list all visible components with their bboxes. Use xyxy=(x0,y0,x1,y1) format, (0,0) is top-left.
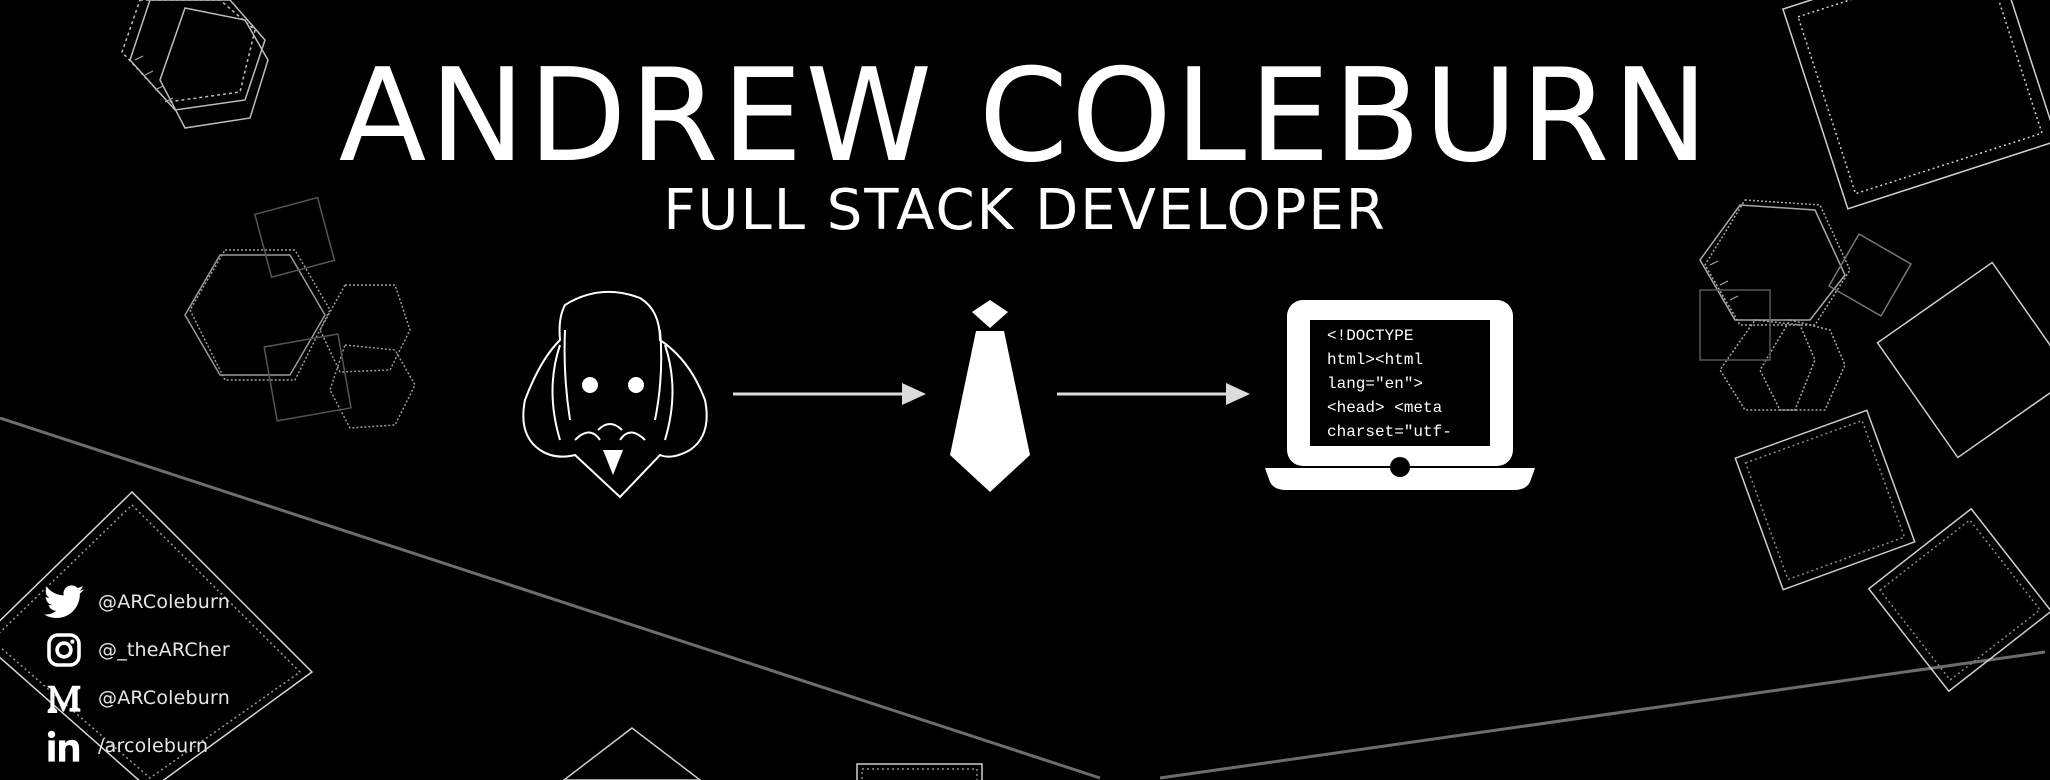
social-handle: @_theARCher xyxy=(98,639,230,661)
arrow-right-icon xyxy=(733,383,926,405)
twitter-icon xyxy=(40,582,88,622)
linkedin-icon xyxy=(40,726,88,766)
medium-icon xyxy=(40,678,88,718)
arrow-right-icon xyxy=(1057,383,1250,405)
instagram-icon xyxy=(40,630,88,670)
social-links: @ARColeburn @_theARCher @ARColeburn /arc… xyxy=(40,578,300,770)
social-item-linkedin[interactable]: /arcoleburn xyxy=(40,722,300,770)
social-handle: /arcoleburn xyxy=(98,735,209,757)
social-item-instagram[interactable]: @_theARCher xyxy=(40,626,300,674)
code-line: <head> <meta xyxy=(1327,399,1443,417)
code-line: charset="utf- xyxy=(1327,423,1452,441)
social-handle: @ARColeburn xyxy=(98,591,230,613)
code-line: <!DOCTYPE xyxy=(1327,327,1413,345)
social-handle: @ARColeburn xyxy=(98,687,230,709)
shakespeare-icon xyxy=(522,290,708,499)
journey-illustration: <!DOCTYPE html><html lang="en"> <head> <… xyxy=(522,290,1535,499)
laptop-icon: <!DOCTYPE html><html lang="en"> <head> <… xyxy=(1265,300,1535,490)
social-item-twitter[interactable]: @ARColeburn xyxy=(40,578,300,626)
necktie-icon xyxy=(950,300,1030,492)
social-item-medium[interactable]: @ARColeburn xyxy=(40,674,300,722)
code-line: html><html xyxy=(1327,351,1423,369)
code-line: lang="en"> xyxy=(1327,375,1423,393)
